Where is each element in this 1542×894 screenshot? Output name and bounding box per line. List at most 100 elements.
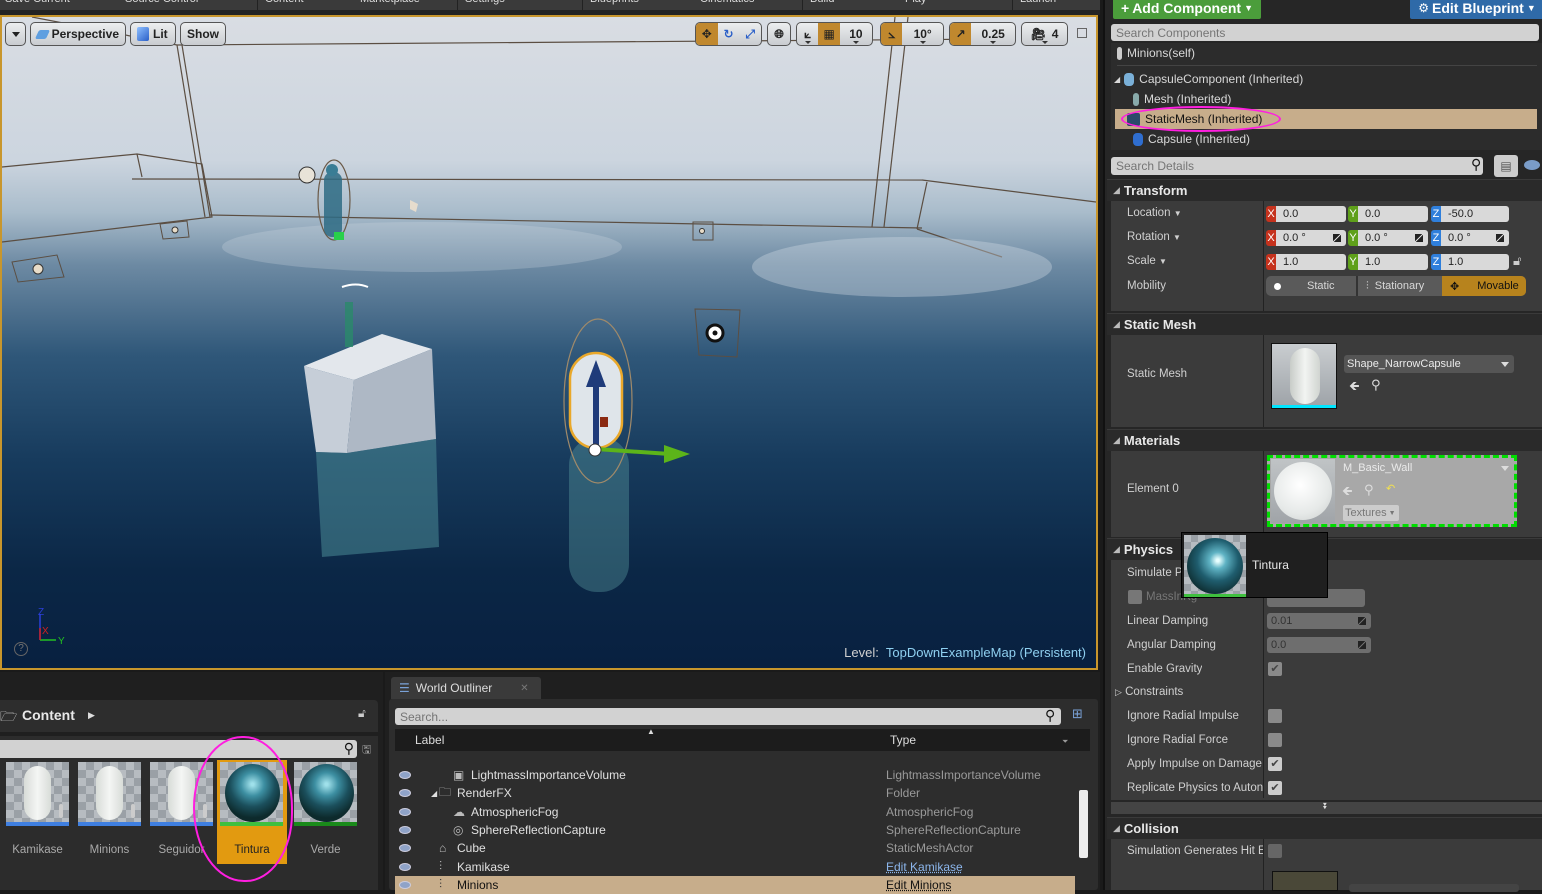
column-type[interactable]: Type — [890, 733, 916, 747]
scale-y[interactable]: Y 1.0 — [1348, 254, 1428, 270]
rotation-snap-toggle[interactable]: ⦣ — [881, 23, 903, 45]
enable-gravity-checkbox[interactable]: ✔ — [1268, 662, 1282, 676]
camera-speed-button[interactable]: 🎥︎ 4 — [1021, 22, 1068, 46]
ignore-radial-force-checkbox[interactable] — [1268, 733, 1282, 747]
mobility-static[interactable]: Static — [1266, 276, 1356, 296]
lighting-mode-button[interactable]: Lit — [130, 22, 176, 46]
rotation-x[interactable]: X 0.0 ° — [1266, 230, 1346, 246]
view-mode-button[interactable]: Perspective — [30, 22, 126, 46]
toolbar-item-marketplace[interactable]: Marketplace — [360, 0, 420, 5]
tree-item-capsule-component[interactable]: ◢ CapsuleComponent (Inherited) — [1111, 69, 1533, 89]
sim-generates-hit-checkbox[interactable] — [1268, 844, 1282, 858]
tab-world-outliner[interactable]: ☰ World Outliner ✕ — [391, 677, 541, 699]
add-component-button[interactable]: + Add Component ▼ — [1113, 0, 1261, 19]
add-folder-icon[interactable]: ⊞ — [1072, 706, 1083, 722]
toolbar-item-save-current[interactable]: Save Current — [5, 0, 70, 5]
spin-icon[interactable] — [1358, 641, 1366, 649]
column-options-icon[interactable]: ⏷ — [1062, 737, 1068, 747]
asset-tile[interactable]: Minions — [78, 762, 141, 856]
lock-open-icon[interactable]: 🔓︎ — [1513, 253, 1521, 269]
section-static-mesh[interactable]: ◢ Static Mesh — [1107, 313, 1542, 335]
surface-snap-button[interactable]: ⟀ — [797, 23, 818, 45]
visibility-eye-icon[interactable] — [399, 807, 411, 816]
help-icon[interactable]: ? — [14, 642, 28, 656]
spin-icon[interactable] — [1496, 234, 1504, 242]
rotation-x-field[interactable]: 0.0 ° — [1276, 230, 1346, 246]
maximize-viewport-icon[interactable] — [1077, 28, 1087, 38]
location-x[interactable]: X 0.0 — [1266, 206, 1346, 222]
level-viewport[interactable]: Perspective Lit Show ✥ ↻ ⤢ 🌐︎ ⟀ ▦ 10 ⦣ 1… — [0, 15, 1098, 670]
toolbar-item-build[interactable]: Build — [810, 0, 834, 5]
lock-open-icon[interactable]: 🔓︎ — [358, 706, 366, 721]
visibility-eye-icon[interactable] — [399, 771, 411, 779]
search-details-input[interactable] — [1111, 157, 1483, 175]
material-dropdown[interactable]: M_Basic_Wall — [1340, 459, 1514, 477]
toolbar-item-blueprints[interactable]: Blueprints — [590, 0, 639, 5]
scale-x-field[interactable]: 1.0 — [1276, 254, 1346, 270]
toolbar-item-cinematics[interactable]: Cinematics — [700, 0, 754, 5]
toolbar-item-source-control[interactable]: Source Control — [125, 0, 198, 5]
outliner-row[interactable]: ⫶ Minions Edit Minions — [395, 875, 1075, 894]
tree-item-capsule[interactable]: Capsule (Inherited) — [1111, 129, 1533, 149]
show-button[interactable]: Show — [180, 22, 226, 46]
search-components-input[interactable] — [1111, 24, 1539, 41]
close-tab-icon[interactable]: ✕ — [520, 683, 528, 694]
scale-snap-toggle[interactable]: ↗ — [950, 23, 972, 45]
toolbar-item-launch[interactable]: Launch — [1020, 0, 1056, 5]
scale-y-field[interactable]: 1.0 — [1358, 254, 1428, 270]
edit-blueprint-link[interactable]: Edit Kamikase — [886, 860, 963, 874]
ignore-radial-impulse-checkbox[interactable] — [1268, 709, 1282, 723]
rotation-y-field[interactable]: 0.0 ° — [1358, 230, 1428, 246]
constraints-label[interactable]: ▷ Constraints — [1115, 686, 1183, 698]
visibility-eye-icon[interactable] — [399, 825, 411, 834]
outliner-row[interactable]: ▣ LightmassImportanceVolume LightmassImpor… — [395, 766, 1075, 784]
material-drop-target[interactable]: M_Basic_Wall 🡸 ⚲ ↶ Textures ▼ — [1267, 455, 1517, 527]
asset-search-input[interactable]: ⚲ — [0, 740, 357, 758]
asset-tile[interactable]: Kamikase — [6, 762, 69, 856]
visibility-eye-icon[interactable] — [399, 862, 411, 871]
phys-material-thumbnail[interactable] — [1272, 871, 1338, 891]
property-matrix-button[interactable]: ▤ — [1494, 155, 1518, 177]
outliner-row[interactable]: ⫶ Kamikase Edit Kamikase — [395, 858, 1075, 876]
toolbar-item-play[interactable]: Play — [905, 0, 926, 5]
rotation-z[interactable]: Z 0.0 ° — [1431, 230, 1509, 246]
location-z[interactable]: Z -50.0 — [1431, 206, 1509, 222]
section-collision[interactable]: ◢ Collision — [1107, 817, 1542, 839]
location-y-field[interactable]: 0.0 — [1358, 206, 1428, 222]
visibility-eye-icon[interactable] — [399, 844, 411, 853]
path-content[interactable]: Content — [22, 707, 75, 723]
grid-snap-value[interactable]: 10 — [840, 23, 872, 45]
scale-snap-value[interactable]: 0.25 — [971, 23, 1015, 45]
replicate-physics-checkbox[interactable]: ✔ — [1268, 781, 1282, 795]
use-selected-arrow-icon[interactable]: 🡸 — [1342, 482, 1353, 504]
reset-to-default-icon[interactable]: ↶ — [1386, 482, 1395, 495]
visibility-eye-icon[interactable] — [399, 789, 411, 798]
expand-triangle-icon[interactable]: ◢ — [431, 789, 437, 798]
location-x-field[interactable]: 0.0 — [1276, 206, 1346, 222]
tree-item-minions-self[interactable]: Minions(self) — [1111, 43, 1533, 63]
edit-blueprint-button[interactable]: ⚙ Edit Blueprint ▼ — [1410, 0, 1542, 19]
asset-tile[interactable]: Verde — [294, 762, 357, 856]
mobility-movable[interactable]: ✥ Movable — [1442, 276, 1526, 296]
rotation-snap-value[interactable]: 10° — [902, 23, 943, 45]
scale-z[interactable]: Z 1.0 — [1431, 254, 1509, 270]
static-mesh-dropdown[interactable]: Shape_NarrowCapsule — [1344, 355, 1514, 373]
translate-tool[interactable]: ✥ — [696, 23, 718, 45]
mobility-stationary[interactable]: ⫶ Stationary — [1356, 276, 1442, 296]
browse-search-icon[interactable]: ⚲ — [1371, 377, 1381, 393]
eye-visibility-icon[interactable] — [1524, 160, 1540, 170]
path-arrow-icon[interactable]: ▶ — [88, 710, 95, 721]
use-selected-arrow-icon[interactable]: 🡸 — [1349, 377, 1360, 399]
column-label[interactable]: Label — [415, 733, 444, 747]
expand-triangle-icon[interactable]: ◢ — [1114, 75, 1120, 84]
location-y[interactable]: Y 0.0 — [1348, 206, 1428, 222]
scale-tool[interactable]: ⤢ — [739, 23, 761, 45]
rotate-tool[interactable]: ↻ — [718, 23, 740, 45]
rotation-y[interactable]: Y 0.0 ° — [1348, 230, 1428, 246]
rotation-z-field[interactable]: 0.0 ° — [1441, 230, 1509, 246]
browse-search-icon[interactable]: ⚲ — [1364, 482, 1374, 498]
save-icon[interactable]: 🖫︎ — [362, 741, 371, 760]
scale-label[interactable]: Scale ▼ — [1127, 255, 1167, 267]
grid-snap-toggle[interactable]: ▦ — [818, 23, 840, 45]
linear-damping-field[interactable]: 0.01 — [1267, 613, 1371, 629]
